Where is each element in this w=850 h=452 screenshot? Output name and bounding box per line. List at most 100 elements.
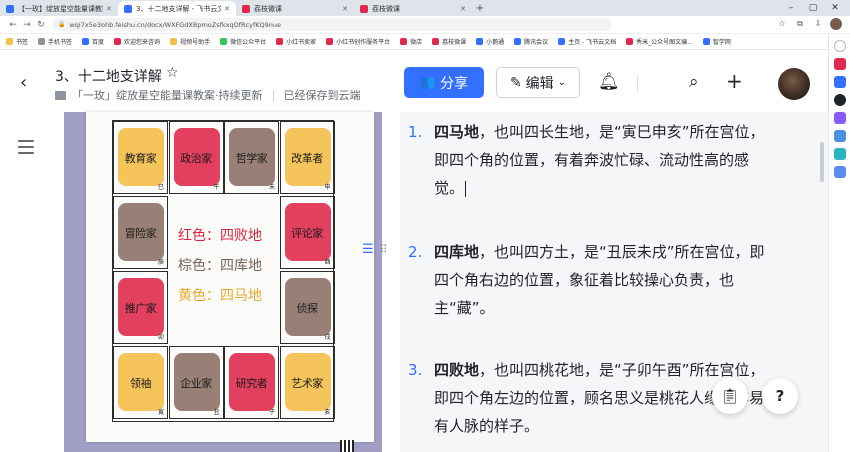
cloud-side-icon[interactable] bbox=[833, 166, 846, 178]
favorite-star-icon[interactable]: ☆ bbox=[166, 65, 179, 81]
extensions-icon[interactable]: ⧉ bbox=[794, 18, 806, 30]
block-handle[interactable]: ☰ ⠿ bbox=[362, 237, 402, 261]
tab-close-icon[interactable]: ✕ bbox=[106, 5, 112, 13]
bookmark-item[interactable]: 小鹅通 bbox=[476, 37, 504, 46]
nav-back-icon[interactable]: ← bbox=[6, 20, 20, 30]
bookmark-item[interactable]: 书签 bbox=[6, 37, 28, 46]
nav-forward-icon[interactable]: → bbox=[20, 20, 34, 30]
bell-icon[interactable]: 🔔︎ bbox=[598, 72, 620, 92]
role-label: 冒险家 bbox=[124, 226, 157, 240]
bookmark-label: 微信公众平台 bbox=[230, 39, 267, 46]
url-input[interactable]: 🔒 wqi7x5e3ohb.feishu.cn/docx/WXFGdXBpmoZ… bbox=[52, 18, 612, 31]
page-title[interactable]: 3、十二地支详解 bbox=[55, 66, 162, 86]
profile-icon[interactable] bbox=[830, 18, 842, 30]
list-item[interactable]: 1. 四马地，也叫四长生地，是“寅巳申亥”所在宫位，即四个角的位置，有着奔波忙碌… bbox=[408, 118, 778, 202]
breadcrumb-folder[interactable]: 「一玫」绽放星空能量课教案·持续更新 bbox=[72, 87, 263, 103]
bookmark-item[interactable]: 百度 bbox=[82, 37, 104, 46]
scrollbar-thumb[interactable] bbox=[820, 142, 824, 182]
bookmark-label: 书签 bbox=[16, 39, 29, 46]
ordered-list-icon[interactable]: ☰ bbox=[362, 242, 374, 257]
breadcrumb: 「一玫」绽放星空能量课教案·持续更新 已经保存到云端 bbox=[55, 87, 361, 103]
browser-tab[interactable]: 【一玫】绽放星空能量课教案·持续✕ bbox=[0, 1, 118, 16]
maximize-icon[interactable]: ▢ bbox=[802, 0, 824, 16]
bookmark-favicon-icon bbox=[400, 38, 408, 45]
teal-side-icon[interactable] bbox=[833, 148, 846, 160]
dark-side-icon[interactable] bbox=[833, 94, 846, 106]
share-button[interactable]: 👥 分享 bbox=[404, 67, 484, 98]
tab-close-icon[interactable]: ✕ bbox=[224, 5, 230, 13]
bookmark-favicon-icon bbox=[476, 38, 484, 45]
branch-label: 丑 bbox=[213, 409, 220, 416]
help-icon[interactable]: ? bbox=[762, 378, 798, 414]
folder-icon bbox=[55, 90, 66, 100]
bookmark-item[interactable]: 智学网 bbox=[702, 37, 731, 46]
role-label: 企业家 bbox=[180, 376, 212, 390]
role-label: 领袖 bbox=[130, 376, 152, 390]
bookmark-item[interactable]: 秀米_公众号图文编... bbox=[626, 37, 693, 46]
red-side-icon[interactable] bbox=[833, 58, 846, 70]
add-user-icon: 👥 bbox=[419, 75, 437, 90]
divider bbox=[637, 74, 638, 92]
bookmark-item[interactable]: 小红书卖家 bbox=[276, 37, 316, 46]
browser-tab[interactable]: 3、十二地支详解 - 飞书云文档✕ bbox=[118, 1, 236, 16]
tab-close-icon[interactable]: ✕ bbox=[460, 5, 466, 13]
avatar[interactable] bbox=[778, 68, 810, 100]
edit-mode-button[interactable]: ✎ 编辑 ⌄ bbox=[496, 67, 580, 98]
blue2-side-icon[interactable] bbox=[833, 130, 846, 142]
bookmark-item[interactable]: 手机书签 bbox=[38, 37, 72, 46]
branch-label: 辰 bbox=[157, 259, 164, 266]
bookmark-favicon-icon bbox=[276, 38, 284, 45]
clipboard-icon[interactable]: 📋︎ bbox=[712, 378, 748, 414]
bookmark-favicon-icon bbox=[326, 38, 334, 45]
search-icon[interactable]: ⌕ bbox=[689, 72, 699, 92]
bookmark-item[interactable]: 小红书创作服务平台 bbox=[326, 37, 390, 46]
bookmark-favicon-icon bbox=[220, 38, 228, 45]
close-window-icon[interactable]: ✕ bbox=[824, 0, 846, 16]
new-tab-button[interactable]: + bbox=[472, 1, 488, 16]
branch-cell: 教育家巳 bbox=[113, 121, 168, 194]
list-number: 3. bbox=[408, 361, 423, 379]
scrollbar[interactable] bbox=[819, 112, 825, 452]
list-item-title: 四库地 bbox=[434, 243, 480, 261]
minimize-icon[interactable]: – bbox=[780, 0, 802, 16]
tab-close-icon[interactable]: ✕ bbox=[342, 5, 348, 13]
purple-side-icon[interactable] bbox=[833, 112, 846, 124]
bookmark-label: 视频号助手 bbox=[180, 39, 211, 46]
role-label: 哲学家 bbox=[235, 151, 268, 165]
bookmark-item[interactable]: 腾讯会议 bbox=[514, 37, 548, 46]
search-side-icon[interactable] bbox=[833, 40, 846, 52]
downloads-icon[interactable]: ⇩ bbox=[812, 18, 824, 30]
bookmark-label: 荔枝微课 bbox=[442, 39, 467, 46]
list-item-title: 四败地 bbox=[434, 361, 480, 379]
plus-icon[interactable]: + bbox=[726, 69, 743, 93]
drag-handle-icon[interactable]: ⠿ bbox=[380, 243, 388, 256]
role-label: 教育家 bbox=[124, 151, 157, 165]
role-label: 推广家 bbox=[124, 301, 157, 315]
back-icon[interactable]: ‹ bbox=[20, 72, 27, 93]
reload-icon[interactable]: ↻ bbox=[34, 20, 48, 30]
list-item[interactable]: 2. 四库地，也叫四方土，是“丑辰未戌”所在宫位，即四个角右边的位置，象征着比较… bbox=[408, 238, 778, 322]
bookmark-item[interactable]: 视频号助手 bbox=[170, 37, 210, 46]
bookmark-item[interactable]: 荔枝微课 bbox=[432, 37, 466, 46]
list-number: 1. bbox=[408, 123, 423, 141]
branch-label: 巳 bbox=[157, 184, 164, 191]
bookmark-label: 秀米_公众号图文编... bbox=[636, 39, 693, 46]
bookmark-item[interactable]: 欢迎您来咨询 bbox=[114, 37, 160, 46]
lock-icon: 🔒 bbox=[58, 21, 66, 28]
legend-entry: 黄色：四马地 bbox=[178, 288, 262, 304]
branch-label: 子 bbox=[268, 409, 275, 416]
bookmark-item[interactable]: 主页 - 飞书云文档 bbox=[558, 37, 616, 46]
share-label: 分享 bbox=[440, 75, 469, 92]
browser-tab[interactable]: 荔枝微课 ✕ bbox=[236, 1, 354, 16]
browser-tab[interactable]: 荔枝微课 ✕ bbox=[354, 1, 472, 16]
bookmark-label: 智学网 bbox=[712, 39, 731, 46]
outline-toggle-icon[interactable] bbox=[18, 140, 34, 158]
branch-label: 亥 bbox=[324, 409, 331, 416]
branch-cell: 研究者子 bbox=[224, 346, 279, 419]
bookmark-item[interactable]: 微信公众平台 bbox=[220, 37, 266, 46]
blue-side-icon[interactable] bbox=[833, 76, 846, 88]
bookmark-star-icon[interactable]: ☆ bbox=[776, 18, 788, 30]
bookmark-item[interactable]: 微店 bbox=[400, 37, 422, 46]
bookmark-label: 欢迎您来咨询 bbox=[124, 39, 161, 46]
edit-label: 编辑 bbox=[525, 75, 554, 92]
